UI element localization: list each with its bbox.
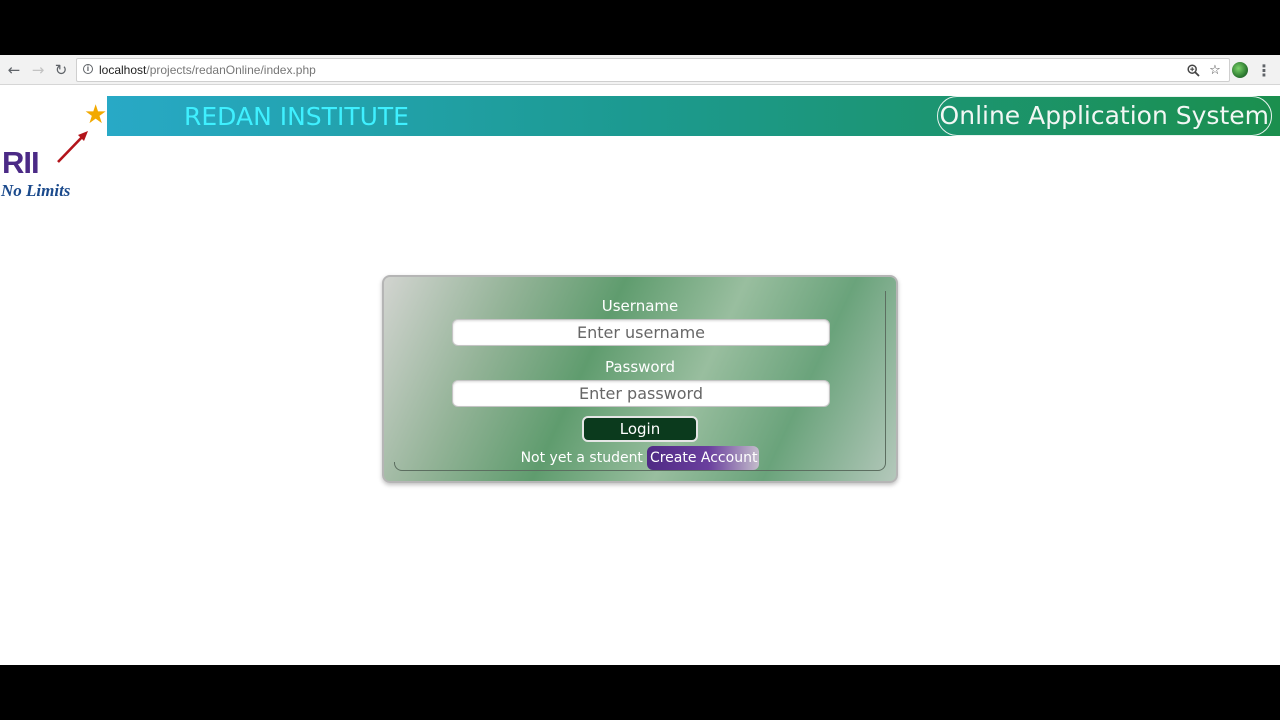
back-arrow-icon[interactable]: ← [4, 60, 24, 80]
letterbox-top [0, 0, 1280, 55]
browser-toolbar: ← → ↻ i localhost/projects/redanOnline/i… [0, 55, 1280, 85]
logo-arrow-icon [57, 131, 88, 163]
url-path: /projects/redanOnline/index.php [146, 63, 316, 77]
login-form: Username Password Login Not yet a studen… [382, 275, 898, 483]
url-text[interactable]: localhost/projects/redanOnline/index.php [99, 63, 316, 77]
username-input[interactable] [452, 319, 830, 346]
info-icon[interactable]: i [83, 64, 93, 74]
password-input[interactable] [452, 380, 830, 407]
reload-icon[interactable]: ↻ [51, 60, 71, 80]
system-title: Online Application System [936, 96, 1272, 136]
signup-prompt: Not yet a student [520, 450, 643, 466]
login-button[interactable]: Login [582, 416, 698, 442]
institute-title: REDAN INSTITUTE [184, 102, 409, 131]
signup-row: Not yet a student Create Account [384, 446, 896, 470]
card-border-line-side [885, 291, 886, 463]
logo-star-icon: ★ [84, 100, 108, 130]
institute-logo: ★ RII No Limits [0, 93, 108, 200]
page-viewport: ★ RII No Limits REDAN INSTITUTE Online A… [0, 85, 1280, 665]
logo-text: RII [2, 145, 40, 180]
star-icon[interactable]: ☆ [1207, 62, 1223, 78]
username-label: Username [601, 297, 679, 315]
zoom-icon[interactable] [1185, 62, 1201, 78]
forward-arrow-icon[interactable]: → [28, 60, 48, 80]
create-account-button[interactable]: Create Account [646, 446, 760, 470]
menu-dots-icon[interactable]: ⋮ [1256, 61, 1272, 80]
header-banner: REDAN INSTITUTE Online Application Syste… [107, 96, 1280, 136]
url-host: localhost [99, 63, 147, 77]
extension-globe-icon[interactable] [1232, 62, 1248, 78]
address-bar[interactable]: i localhost/projects/redanOnline/index.p… [76, 58, 1230, 82]
logo-tagline: No Limits [1, 181, 71, 200]
password-label: Password [604, 358, 676, 376]
letterbox-bottom [0, 665, 1280, 720]
